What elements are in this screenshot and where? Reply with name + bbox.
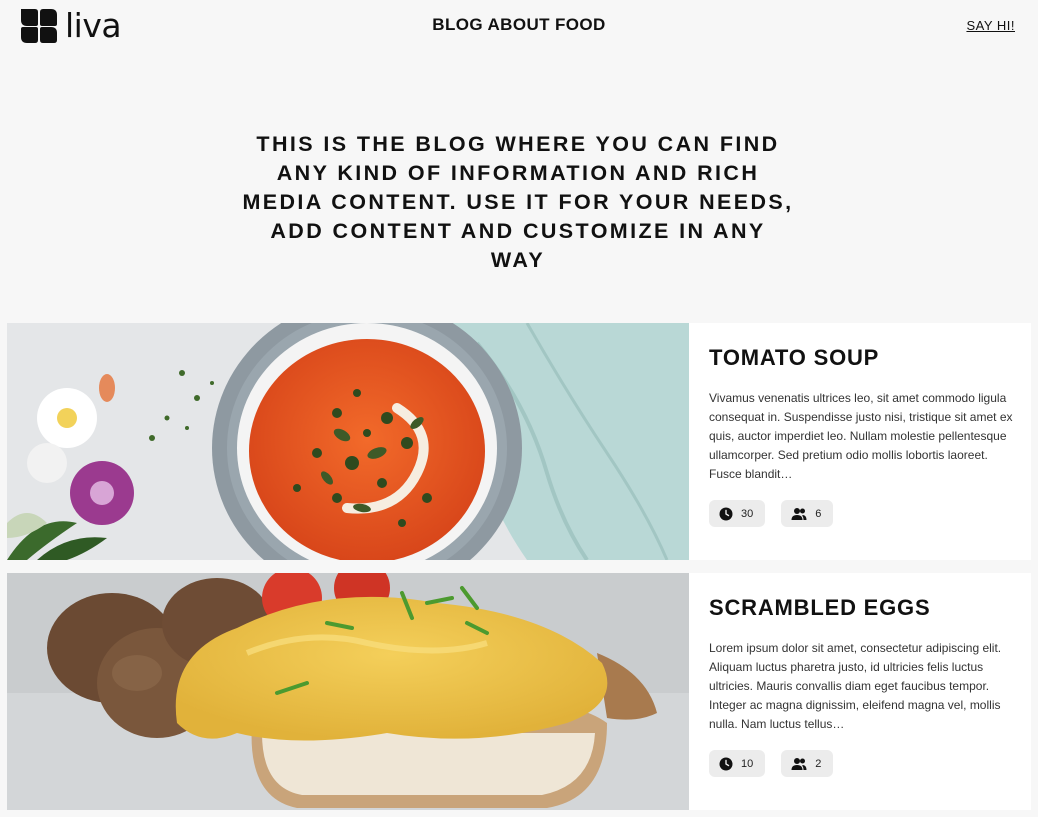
clock-icon xyxy=(719,757,733,770)
time-badge: 10 xyxy=(709,750,766,777)
post-title[interactable]: TOMATO SOUP xyxy=(709,345,879,371)
servings-badge: 6 xyxy=(781,500,834,527)
people-icon xyxy=(791,507,807,520)
post-stats: 10 2 xyxy=(709,750,834,777)
post-card[interactable]: TOMATO SOUP Vivamus venenatis ultrices l… xyxy=(7,323,1031,560)
post-title[interactable]: SCRAMBLED EGGS xyxy=(709,595,930,621)
time-value: 10 xyxy=(741,757,754,770)
servings-value: 2 xyxy=(815,757,822,770)
post-image-tomato-soup[interactable] xyxy=(7,323,689,560)
post-excerpt: Vivamus venenatis ultrices leo, sit amet… xyxy=(709,391,1013,481)
clock-icon xyxy=(719,507,733,520)
scrambled-eggs-illustration xyxy=(7,573,689,810)
people-icon xyxy=(791,757,807,770)
post-excerpt: Lorem ipsum dolor sit amet, consectetur … xyxy=(709,641,1002,731)
post-stats: 30 6 xyxy=(709,500,834,527)
post-card[interactable]: SCRAMBLED EGGS Lorem ipsum dolor sit ame… xyxy=(7,573,1031,810)
post-body: TOMATO SOUP Vivamus venenatis ultrices l… xyxy=(709,323,1019,560)
post-body: SCRAMBLED EGGS Lorem ipsum dolor sit ame… xyxy=(709,573,1019,810)
post-image-scrambled-eggs[interactable] xyxy=(7,573,689,810)
time-badge: 30 xyxy=(709,500,766,527)
hero-text: THIS IS THE BLOG WHERE YOU CAN FIND ANY … xyxy=(242,132,794,272)
servings-value: 6 xyxy=(815,507,822,520)
say-hi-link[interactable]: SAY HI! xyxy=(966,18,1015,33)
site-header: liva BLOG ABOUT FOOD SAY HI! xyxy=(0,0,1038,52)
blog-title: BLOG ABOUT FOOD xyxy=(432,15,606,34)
servings-badge: 2 xyxy=(781,750,834,777)
tomato-soup-illustration xyxy=(7,323,689,560)
time-value: 30 xyxy=(741,507,754,520)
